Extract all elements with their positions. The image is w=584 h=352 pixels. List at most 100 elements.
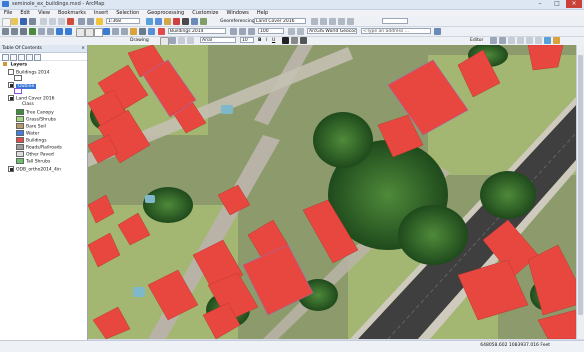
map-scale-field[interactable]: 1:368 [106, 18, 140, 24]
zoom-percent-field[interactable]: 100 [258, 28, 284, 34]
clear-selection-icon[interactable] [85, 28, 94, 37]
menu-edit[interactable]: Edit [16, 10, 34, 17]
paste-icon[interactable] [58, 18, 65, 25]
text-tool-icon[interactable] [187, 37, 194, 44]
undo-icon[interactable] [78, 18, 85, 25]
flicker-icon[interactable] [239, 28, 246, 35]
menu-file[interactable]: File [0, 10, 16, 17]
effects-icon[interactable] [248, 28, 255, 35]
menu-windows[interactable]: Windows [222, 10, 252, 17]
scrollbar-thumb[interactable] [578, 55, 583, 315]
editor-toolbar-icon[interactable] [146, 18, 153, 25]
find-address-icon[interactable] [434, 28, 441, 35]
redo-icon[interactable] [87, 18, 94, 25]
editor-menu[interactable]: Editor [470, 37, 483, 44]
identify-icon[interactable] [103, 28, 110, 35]
select-features-icon[interactable] [76, 28, 85, 37]
layer-odb-ortho-2014[interactable]: ODB_ortho2014_4in [8, 166, 61, 173]
menu-view[interactable]: View [34, 10, 54, 17]
trace-icon[interactable] [517, 37, 524, 44]
georef-tool-icon[interactable] [311, 18, 318, 25]
back-extent-icon[interactable] [56, 28, 63, 35]
control-points-icon[interactable] [347, 18, 354, 25]
list-by-selection-icon[interactable] [26, 54, 33, 61]
minimize-button[interactable]: – [532, 0, 548, 8]
scale-icon[interactable] [338, 18, 345, 25]
create-features-icon[interactable] [553, 37, 560, 44]
list-by-source-icon[interactable] [10, 54, 17, 61]
print-icon[interactable] [29, 18, 36, 25]
measure-icon[interactable] [121, 28, 128, 35]
font-color-icon[interactable] [282, 37, 289, 44]
menu-insert[interactable]: Insert [90, 10, 112, 17]
aerial-imagery-map[interactable] [88, 45, 576, 339]
add-data-icon[interactable] [96, 18, 103, 25]
layer-visibility-checkbox[interactable] [8, 95, 14, 101]
close-button[interactable]: × [566, 0, 582, 8]
reshape-icon[interactable] [535, 37, 542, 44]
drawing-menu[interactable]: Drawing [130, 37, 149, 44]
address-search-input[interactable]: <Type an address ... [361, 28, 431, 34]
search-window-icon[interactable] [191, 18, 198, 25]
hyperlink-icon[interactable] [130, 28, 137, 35]
toc-options-icon[interactable] [34, 54, 41, 61]
zoom-in-icon[interactable] [2, 28, 9, 35]
forward-extent-icon[interactable] [65, 28, 72, 35]
rectangle-icon[interactable] [178, 37, 185, 44]
time-slider-icon[interactable] [139, 28, 146, 35]
menu-geoprocessing[interactable]: Geoprocessing [143, 10, 188, 17]
underline-button[interactable]: U [272, 37, 275, 44]
contrast-icon[interactable] [288, 28, 295, 35]
straight-segment-icon[interactable] [508, 37, 515, 44]
georef-value-field[interactable] [382, 18, 408, 24]
map-display[interactable] [88, 45, 576, 339]
brightness-icon[interactable] [297, 28, 304, 35]
zoom-out-icon[interactable] [11, 28, 18, 35]
fixed-zoom-out-icon[interactable] [47, 28, 54, 35]
python-icon[interactable] [182, 18, 189, 25]
edit-annotation-icon[interactable] [499, 37, 506, 44]
layer-visibility-checkbox[interactable] [8, 166, 14, 172]
menu-bookmarks[interactable]: Bookmarks [54, 10, 90, 17]
fixed-zoom-in-icon[interactable] [38, 28, 45, 35]
cut-icon[interactable] [40, 18, 47, 25]
save-icon[interactable] [20, 18, 27, 25]
font-name-dropdown[interactable]: Arial [200, 37, 236, 43]
layer-land-cover-2016[interactable]: Land Cover 2016 [8, 95, 54, 102]
open-folder-icon[interactable] [11, 18, 18, 25]
layers-data-frame[interactable]: Layers [3, 62, 27, 68]
menu-help[interactable]: Help [253, 10, 272, 17]
editor-target-icon[interactable] [158, 28, 165, 35]
toc-close-icon[interactable]: × [81, 45, 85, 52]
model-builder-icon[interactable] [200, 18, 207, 25]
font-size-dropdown[interactable]: 10 [240, 37, 254, 43]
arctoolbox-icon[interactable] [173, 18, 180, 25]
select-elements-icon[interactable] [94, 28, 103, 37]
shift-icon[interactable] [329, 18, 336, 25]
bold-button[interactable]: B [258, 37, 261, 44]
list-by-drawing-order-icon[interactable] [2, 54, 9, 61]
maximize-button[interactable]: □ [549, 0, 565, 8]
full-extent-icon[interactable] [29, 28, 36, 35]
italic-button[interactable]: I [266, 37, 267, 44]
rotate-element-icon[interactable] [169, 37, 176, 44]
rotate-icon[interactable] [320, 18, 327, 25]
attributes-icon[interactable] [544, 37, 551, 44]
fill-color-icon[interactable] [291, 37, 298, 44]
line-color-icon[interactable] [300, 37, 307, 44]
list-by-visibility-icon[interactable] [18, 54, 25, 61]
menu-selection[interactable]: Selection [112, 10, 143, 17]
catalog-icon[interactable] [164, 18, 171, 25]
find-icon[interactable] [112, 28, 119, 35]
target-layer-dropdown[interactable]: Buildings 2014 [168, 28, 226, 34]
menu-customize[interactable]: Customize [188, 10, 222, 17]
table-of-contents-icon[interactable] [155, 18, 162, 25]
map-vertical-scrollbar[interactable] [576, 45, 584, 339]
split-icon[interactable] [526, 37, 533, 44]
delete-icon[interactable] [67, 18, 74, 25]
html-popup-icon[interactable] [148, 28, 155, 35]
edit-tool-icon[interactable] [490, 37, 497, 44]
new-document-icon[interactable] [2, 18, 11, 27]
copy-icon[interactable] [49, 18, 56, 25]
pan-icon[interactable] [20, 28, 27, 35]
